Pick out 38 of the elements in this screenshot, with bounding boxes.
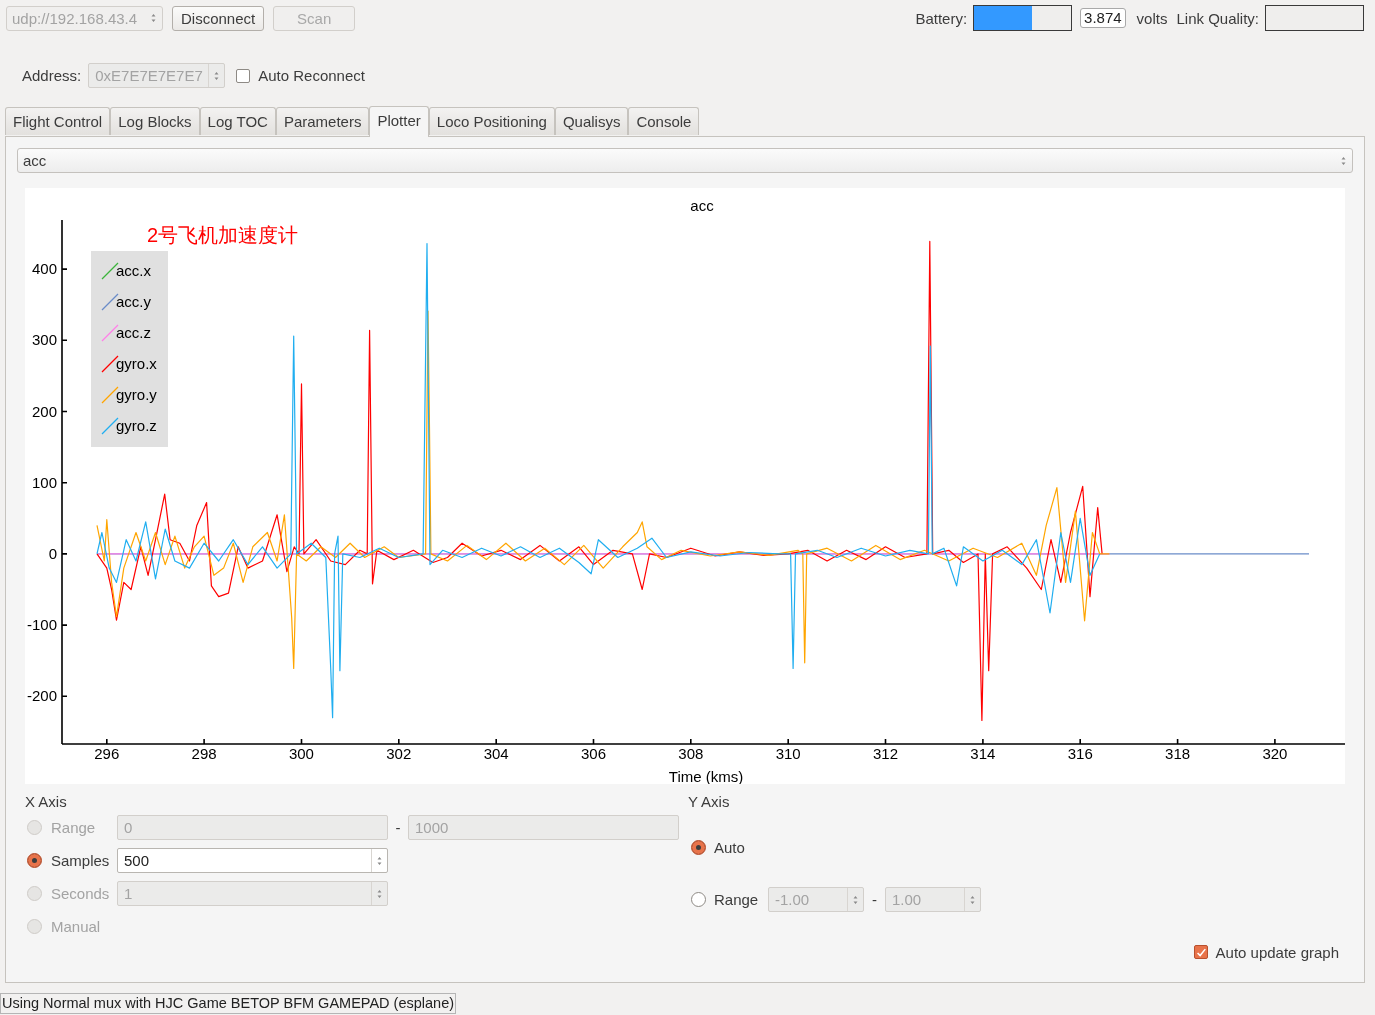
group-title: Y Axis	[688, 792, 730, 810]
axis-tick-label: 306	[581, 745, 606, 762]
axis-tick-label: 0	[48, 544, 57, 562]
axis-tick-label: 310	[775, 745, 801, 762]
axis-tick-label: 302	[386, 745, 412, 762]
legend-label: gyro.z	[116, 417, 157, 434]
range-separator: -	[395, 819, 401, 836]
axis-tick-label: 400	[31, 260, 57, 278]
axis-tick-label: 298	[191, 745, 217, 762]
address-label: Address:	[22, 67, 82, 84]
chart-annotation: 2号飞机加速度计	[147, 224, 299, 246]
axis-tick-label: -200	[26, 687, 57, 705]
range-separator: -	[872, 891, 877, 908]
chart-title: acc	[690, 197, 714, 214]
legend-label: gyro.y	[116, 386, 157, 403]
legend-label: acc.z	[116, 324, 151, 341]
status-message: Using Normal mux with HJC Game BETOP BFM GAMEPAD (esplane)	[0, 993, 457, 1014]
group-title: X Axis	[25, 792, 67, 810]
axis-tick-label: 318	[1165, 745, 1191, 762]
axis-tick-label: 308	[678, 745, 704, 762]
link-quality-label: Link Quality:	[1176, 9, 1259, 27]
battery-label: Battery:	[915, 9, 968, 27]
axis-tick-label: 300	[31, 331, 57, 349]
legend-label: acc.x	[116, 262, 151, 279]
legend-label: acc.y	[116, 293, 151, 310]
voltage-unit: volts	[1136, 9, 1168, 27]
axis-tick-label: 304	[483, 745, 509, 762]
axis-tick-label: 316	[1067, 745, 1093, 762]
axis-tick-label: 320	[1262, 745, 1288, 762]
axis-tick-label: -100	[26, 616, 57, 634]
axis-tick-label: 314	[970, 745, 996, 762]
voltage-readout: 3.874	[1080, 8, 1126, 28]
legend-label: gyro.x	[116, 355, 157, 372]
axis-tick-label: 300	[288, 745, 314, 762]
axis-tick-label: 100	[31, 473, 57, 491]
axis-tick-label: 296	[94, 745, 120, 762]
axis-tick-label: 312	[873, 745, 899, 762]
axis-tick-label: 200	[31, 402, 57, 420]
